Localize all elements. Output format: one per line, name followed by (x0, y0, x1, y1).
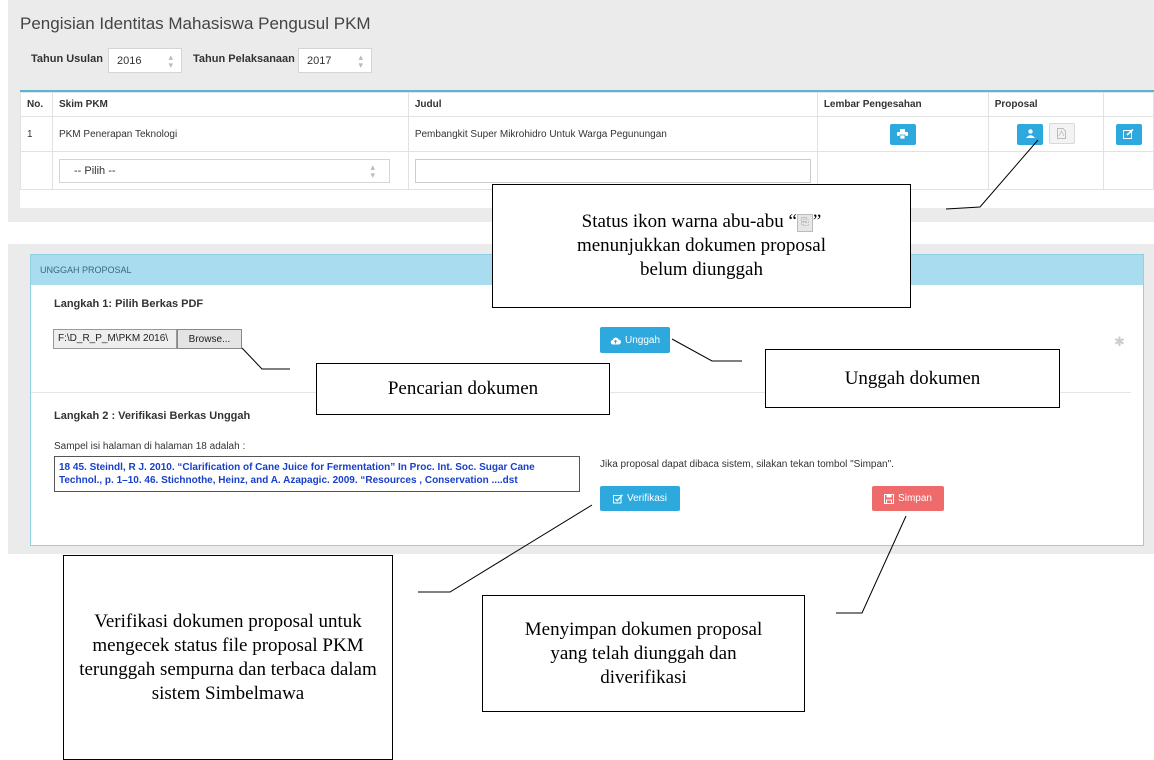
pdf-file-icon (1057, 128, 1067, 140)
table-row: 1 PKM Penerapan Teknologi Pembangkit Sup… (20, 116, 1154, 152)
verifikasi-button[interactable]: Verifikasi (600, 486, 680, 511)
cell-skim: PKM Penerapan Teknologi (51, 116, 409, 152)
step2-title: Langkah 2 : Verifikasi Berkas Unggah (54, 410, 251, 422)
col-header-no: No. (20, 92, 53, 117)
print-button[interactable] (889, 123, 916, 145)
simpan-button-label: Simpan (898, 493, 932, 504)
pdf-status-button[interactable] (1048, 123, 1075, 145)
cell-empty (20, 151, 53, 190)
select-arrows-icon: ▴ ▾ (370, 161, 375, 180)
tahun-pelaksanaan-label: Tahun Pelaksanaan (193, 53, 295, 65)
cell-judul: Pembangkit Super Mikrohidro Untuk Warga … (407, 116, 818, 152)
cell-proposal (987, 116, 1105, 152)
status-callout: Status ikon warna abu-abu “⎘” menunjukka… (492, 184, 911, 308)
sample-text-line: 18 45. Steindl, R J. 2010. “Clarificatio… (59, 462, 535, 473)
status-callout-line: belum diunggah (640, 259, 763, 280)
cell-skim-select: -- Pilih -- ▴ ▾ (51, 151, 409, 190)
unggah-button-label: Unggah (624, 334, 661, 346)
sample-label: Sampel isi halaman di halaman 18 adalah … (54, 441, 246, 452)
verifikasi-callout: Verifikasi dokumen proposal untuk mengec… (63, 555, 393, 760)
table-header-row: No. Skim PKM Judul Lembar Pengesahan Pro… (20, 92, 1154, 117)
step1-title: Langkah 1: Pilih Berkas PDF (54, 298, 204, 310)
col-header-skim: Skim PKM (51, 92, 409, 117)
tahun-usulan-select[interactable]: 2016 ▴ ▾ (108, 48, 182, 73)
edit-icon (1123, 129, 1134, 139)
pdf-file-icon: ⎘ (796, 213, 813, 232)
tahun-pelaksanaan-select[interactable]: 2017 ▴ ▾ (298, 48, 372, 73)
check-square-icon (612, 493, 623, 503)
status-callout-text: ” (812, 211, 822, 232)
pencarian-callout: Pencarian dokumen (316, 363, 610, 415)
col-header-lembar-pengesahan: Lembar Pengesahan (816, 92, 989, 117)
cell-empty (987, 151, 1105, 190)
cell-actions (1103, 116, 1154, 152)
sample-text-box: 18 45. Steindl, R J. 2010. “Clarificatio… (54, 456, 580, 492)
status-callout-line: Status ikon warna abu-abu “⎘” (582, 210, 822, 234)
skim-select-value: -- Pilih -- (73, 164, 116, 177)
upload-card-title: UNGGAH PROPOSAL (40, 265, 132, 275)
verifikasi-button-label: Verifikasi (626, 493, 667, 504)
status-callout-text: Status ikon warna abu-abu “ (581, 211, 797, 232)
col-header-judul: Judul (407, 92, 818, 117)
sample-text-line: Technol., p. 1–10. 46. Stichnothe, Heinz… (59, 475, 518, 486)
cloud-upload-icon (610, 337, 621, 344)
cell-lembar-pengesahan (816, 116, 989, 152)
file-path-field[interactable]: F:\D_R_P_M\PKM 2016\ (53, 329, 177, 349)
star-icon: ✱ (1114, 334, 1125, 349)
cell-no: 1 (20, 116, 53, 152)
menyimpan-callout: Menyimpan dokumen proposal yang telah di… (482, 595, 805, 712)
cell-empty (1103, 151, 1154, 190)
tahun-usulan-value: 2016 (117, 54, 142, 67)
proposal-table: No. Skim PKM Judul Lembar Pengesahan Pro… (20, 92, 1154, 190)
unggah-button[interactable]: Unggah (600, 327, 670, 353)
judul-input[interactable] (414, 158, 811, 183)
page-title: Pengisian Identitas Mahasiswa Pengusul P… (20, 14, 371, 33)
print-icon (897, 129, 909, 139)
select-arrows-icon: ▴ ▾ (358, 51, 363, 70)
tahun-usulan-label: Tahun Usulan (31, 53, 103, 65)
col-header-actions (1103, 92, 1154, 117)
browse-button[interactable]: Browse... (177, 329, 242, 349)
upload-proposal-button[interactable] (1017, 123, 1044, 145)
tahun-pelaksanaan-value: 2017 (307, 54, 332, 67)
upload-icon (1025, 129, 1035, 139)
simpan-button[interactable]: Simpan (872, 486, 944, 511)
save-icon (884, 493, 895, 504)
select-arrows-icon: ▴ ▾ (168, 51, 173, 70)
status-callout-line: menunjukkan dokumen proposal (576, 235, 827, 256)
col-header-proposal: Proposal (987, 92, 1105, 117)
simpan-hint: Jika proposal dapat dibaca sistem, silak… (600, 459, 894, 470)
unggah-callout: Unggah dokumen (765, 349, 1060, 408)
skim-select[interactable]: -- Pilih -- ▴ ▾ (58, 158, 390, 183)
edit-button[interactable] (1115, 123, 1142, 145)
